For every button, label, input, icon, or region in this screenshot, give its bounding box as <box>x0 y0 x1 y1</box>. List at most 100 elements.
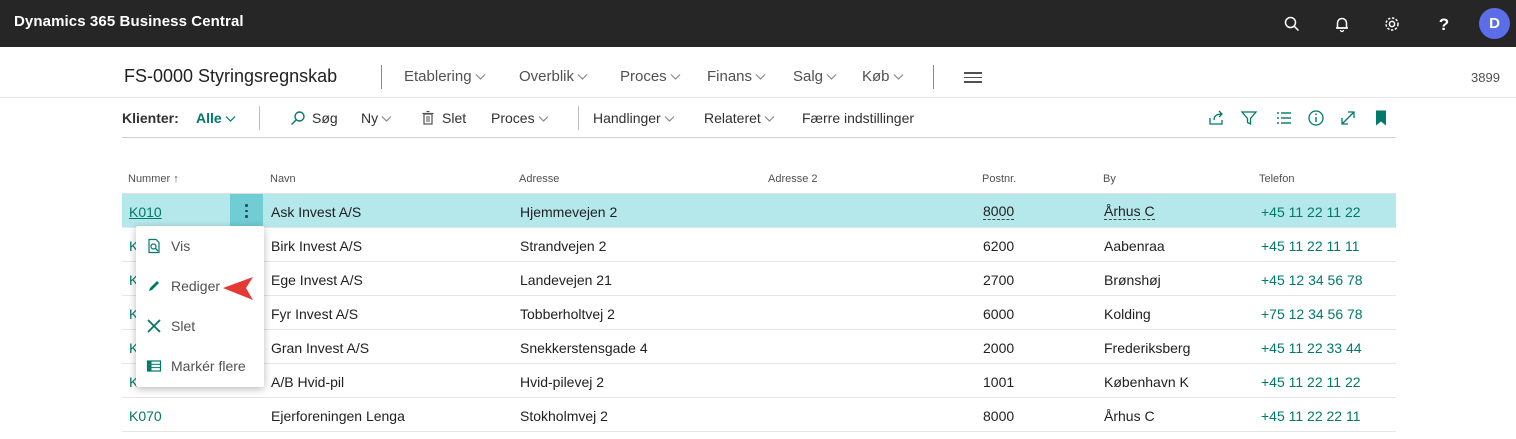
list-view-icon[interactable] <box>1275 109 1293 127</box>
row-context-menu: Vis Rediger Slet Markér flere <box>136 226 264 387</box>
column-header-nummer[interactable]: Nummer ↑ <box>128 173 179 185</box>
chevron-down-icon <box>755 71 766 82</box>
nav-finans[interactable]: Finans <box>707 68 766 85</box>
trash-icon <box>420 110 436 126</box>
bell-icon[interactable] <box>1330 12 1354 36</box>
actions-button[interactable]: Handlinger <box>593 110 675 126</box>
filter-dropdown[interactable]: Alle <box>196 110 236 126</box>
expand-icon[interactable] <box>1339 109 1357 127</box>
company-number: 3899 <box>1471 70 1500 85</box>
cell-by: Aabenraa <box>1104 238 1165 254</box>
cell-adresse: Tobberholtvej 2 <box>520 306 615 322</box>
app-title[interactable]: Dynamics 365 Business Central <box>14 13 244 30</box>
nav-overblik[interactable]: Overblik <box>519 68 588 85</box>
column-header-postnr[interactable]: Postnr. <box>982 173 1016 185</box>
cell-navn: Ejerforeningen Lenga <box>271 408 405 424</box>
cell-postnr: 8000 <box>983 408 1015 424</box>
cell-by: Århus C <box>1104 408 1155 424</box>
select-multiple-icon <box>146 358 162 374</box>
cell-adresse: Strandvejen 2 <box>520 238 607 254</box>
action-divider <box>578 106 579 130</box>
nav-proces[interactable]: Proces <box>620 68 681 85</box>
svg-text:?: ? <box>1439 15 1449 33</box>
cell-navn: Fyr Invest A/S <box>271 306 359 322</box>
new-button[interactable]: Ny <box>361 110 392 126</box>
cell-telefon[interactable]: +45 11 22 11 22 <box>1261 204 1361 220</box>
page-title[interactable]: FS-0000 Styringsregnskab <box>124 66 337 87</box>
cell-nummer[interactable]: K070 <box>129 408 162 424</box>
action-bar: Klienter: Alle Søg Ny Slet Proces Handli… <box>122 98 1396 138</box>
process-button[interactable]: Proces <box>491 110 549 126</box>
table-row[interactable]: K010 Ask Invest A/S Hjemmevejen 2 8000 Å… <box>122 194 1396 228</box>
cell-postnr: 1001 <box>983 374 1015 390</box>
column-header-adresse2[interactable]: Adresse 2 <box>768 173 818 185</box>
table-row[interactable]: K Gran Invest A/S Snekkerstensgade 4 200… <box>122 330 1396 364</box>
cell-by: Kolding <box>1104 306 1151 322</box>
chevron-down-icon <box>475 71 486 82</box>
nav-salg[interactable]: Salg <box>793 68 837 85</box>
table-row[interactable]: K Fyr Invest A/S Tobberholtvej 2 6000 Ko… <box>122 296 1396 330</box>
cell-telefon[interactable]: +45 11 22 33 44 <box>1261 340 1362 356</box>
callout-arrow-icon <box>223 277 253 300</box>
help-icon[interactable]: ? <box>1432 12 1456 36</box>
cell-telefon[interactable]: +45 11 22 11 11 <box>1261 238 1359 254</box>
cell-nummer[interactable]: K010 <box>129 204 162 220</box>
chevron-down-icon <box>538 113 549 124</box>
gear-icon[interactable] <box>1380 12 1404 36</box>
cell-telefon[interactable]: +45 11 22 11 22 <box>1261 374 1361 390</box>
cell-by[interactable]: Århus C <box>1104 204 1155 220</box>
column-header-by[interactable]: By <box>1103 173 1116 185</box>
page-header: FS-0000 Styringsregnskab Etablering Over… <box>0 47 1516 98</box>
menu-item-marker-flere[interactable]: Markér flere <box>136 346 264 386</box>
table-row[interactable]: K A/B Hvid-pil Hvid-pilevej 2 1001 Køben… <box>122 364 1396 398</box>
related-button[interactable]: Relateret <box>704 110 775 126</box>
cell-adresse: Snekkerstensgade 4 <box>520 340 648 356</box>
cell-telefon[interactable]: +45 11 22 22 11 <box>1261 408 1361 424</box>
hamburger-menu-icon[interactable] <box>964 72 982 84</box>
edit-pencil-icon <box>146 278 162 294</box>
chevron-down-icon <box>764 113 775 124</box>
cell-by: Brønshøj <box>1104 272 1161 288</box>
chevron-down-icon <box>664 113 675 124</box>
table-row[interactable]: K Ege Invest A/S Landevejen 21 2700 Brøn… <box>122 262 1396 296</box>
bookmark-icon[interactable] <box>1372 109 1390 127</box>
chevron-down-icon <box>225 113 236 124</box>
cell-navn: Ege Invest A/S <box>271 272 363 288</box>
delete-x-icon <box>146 318 162 334</box>
header-divider <box>381 65 382 89</box>
nav-etablering[interactable]: Etablering <box>404 68 486 85</box>
menu-item-vis[interactable]: Vis <box>136 226 264 266</box>
column-header-adresse[interactable]: Adresse <box>519 173 559 185</box>
search-icon[interactable] <box>1280 12 1304 36</box>
row-actions-kebab-icon[interactable] <box>230 194 263 228</box>
table-row[interactable]: K070 Ejerforeningen Lenga Stokholmvej 2 … <box>122 398 1396 432</box>
cell-postnr: 6000 <box>983 306 1015 322</box>
view-icon <box>146 238 162 254</box>
cell-postnr[interactable]: 8000 <box>983 204 1015 220</box>
column-header-telefon[interactable]: Telefon <box>1259 173 1294 185</box>
sort-ascending-icon: ↑ <box>173 173 179 185</box>
cell-adresse: Stokholmvej 2 <box>520 408 608 424</box>
delete-button[interactable]: Slet <box>420 110 466 126</box>
search-button[interactable]: Søg <box>290 110 338 126</box>
chevron-down-icon <box>577 71 588 82</box>
column-header-navn[interactable]: Navn <box>270 173 296 185</box>
header-divider <box>933 65 934 89</box>
share-icon[interactable] <box>1208 109 1226 127</box>
filter-icon[interactable] <box>1240 109 1258 127</box>
cell-adresse: Hjemmevejen 2 <box>520 204 618 220</box>
info-icon[interactable] <box>1307 109 1325 127</box>
avatar[interactable]: D <box>1479 8 1510 39</box>
table-row[interactable]: K Birk Invest A/S Strandvejen 2 6200 Aab… <box>122 228 1396 262</box>
cell-telefon[interactable]: +45 12 34 56 78 <box>1261 272 1363 288</box>
cell-postnr: 2700 <box>983 272 1015 288</box>
nav-koeb[interactable]: Køb <box>862 68 904 85</box>
cell-navn: A/B Hvid-pil <box>271 374 345 390</box>
menu-item-slet[interactable]: Slet <box>136 306 264 346</box>
fewer-options-button[interactable]: Færre indstillinger <box>802 110 914 126</box>
cell-adresse: Hvid-pilevej 2 <box>520 374 605 390</box>
cell-adresse: Landevejen 21 <box>520 272 612 288</box>
cell-telefon[interactable]: +75 12 34 56 78 <box>1261 306 1363 322</box>
chevron-down-icon <box>826 71 837 82</box>
cell-by: Frederiksberg <box>1104 340 1191 356</box>
